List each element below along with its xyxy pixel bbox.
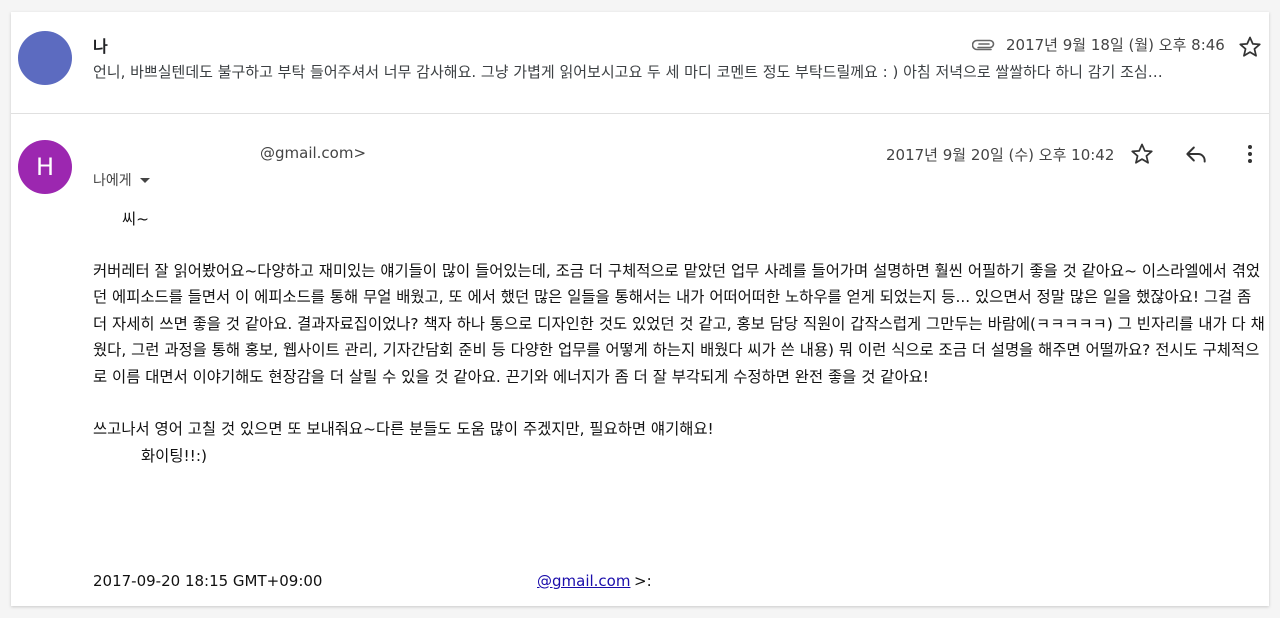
quoted-tail: >: <box>634 572 652 590</box>
body-signoff: 화이팅!!:) <box>141 446 208 465</box>
body-greeting: 씨~ <box>122 210 150 228</box>
avatar-sender[interactable]: H <box>18 140 72 194</box>
chevron-down-icon <box>139 177 150 183</box>
message-body: 씨~ 커버레터 잘 읽어봤어요~다양하고 재미있는 얘기들이 많이 들어있는데,… <box>93 206 1265 469</box>
reply-icon[interactable] <box>1183 141 1209 167</box>
more-vert-icon[interactable] <box>1238 141 1262 167</box>
body-paragraph-2: 쓰고나서 영어 고칠 것 있으면 또 보내줘요~다른 분들도 도움 많이 주겠지… <box>93 420 714 438</box>
message-divider <box>11 113 1269 114</box>
recipient-label: 나에게 <box>93 173 132 189</box>
attachment-icon <box>972 37 996 51</box>
star-icon[interactable] <box>1237 34 1263 60</box>
body-paragraph-1: 커버레터 잘 읽어봤어요~다양하고 재미있는 얘기들이 많이 들어있는데, 조금… <box>93 261 1265 386</box>
message2-date: 2017년 9월 20일 (수) 오후 10:42 <box>886 146 1115 164</box>
message1-snippet[interactable]: 언니, 바쁘실텐데도 불구하고 부탁 들어주셔서 너무 감사해요. 그냥 가볍게… <box>93 61 1256 82</box>
message1-date: 2017년 9월 18일 (월) 오후 8:46 <box>1006 35 1225 54</box>
sender-email: @gmail.com> <box>260 144 367 162</box>
quoted-header: 2017-09-20 18:15 GMT+09:00 @gmail.com >: <box>93 572 652 590</box>
avatar-me[interactable] <box>18 31 72 85</box>
star-icon[interactable] <box>1129 141 1155 167</box>
sender-name-me: 나 <box>93 37 108 56</box>
recipient-dropdown[interactable]: 나에게 <box>93 170 150 190</box>
quoted-email-link[interactable]: @gmail.com <box>537 572 630 590</box>
quoted-date: 2017-09-20 18:15 GMT+09:00 <box>93 572 323 590</box>
message1-meta: 2017년 9월 18일 (월) 오후 8:46 <box>972 34 1225 54</box>
